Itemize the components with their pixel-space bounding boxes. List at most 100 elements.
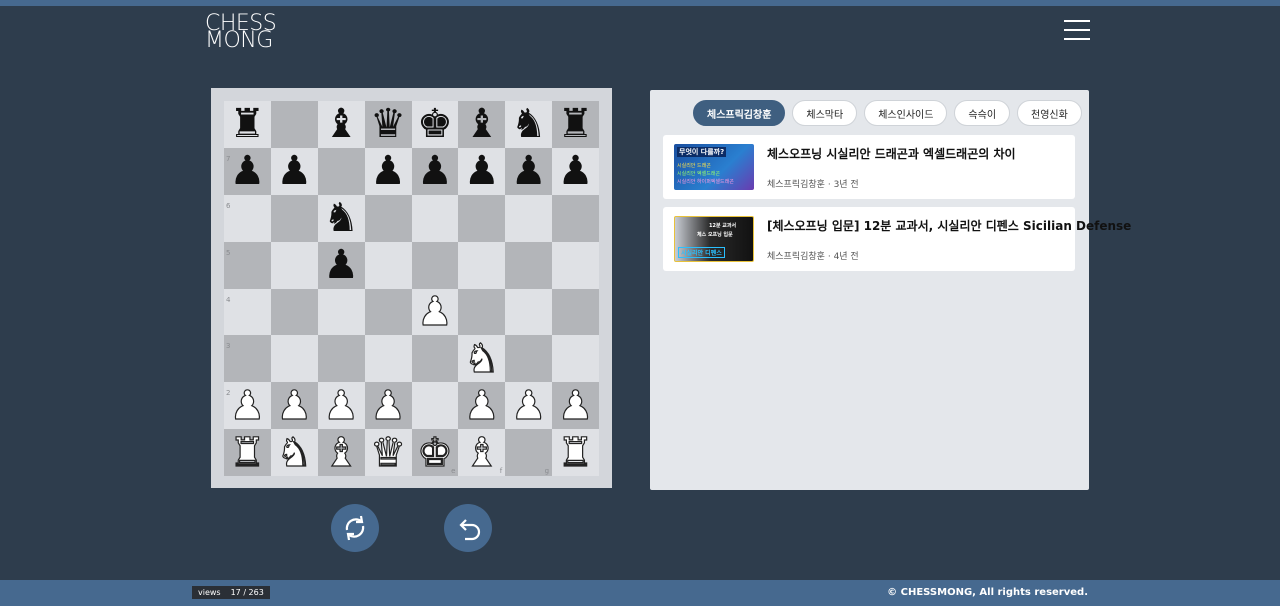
board-square-g4[interactable] [505, 288, 553, 336]
black-pawn-icon[interactable]: ♟ [558, 151, 594, 191]
board-square-c3[interactable] [317, 335, 365, 383]
white-pawn-icon[interactable]: ♟ [463, 385, 500, 426]
white-bishop-icon[interactable]: ♝ [323, 432, 360, 473]
board-square-f2[interactable]: ♟ [458, 382, 506, 430]
tab-cheonyeong[interactable]: 천영신화 [1017, 100, 1082, 126]
board-square-f1[interactable]: f ♝ [458, 429, 506, 476]
white-pawn-icon[interactable]: ♟ [323, 385, 360, 426]
board-square-d8[interactable]: ♛ [364, 101, 412, 148]
white-king-icon[interactable]: ♚ [416, 432, 453, 473]
white-pawn-icon[interactable]: ♟ [229, 385, 266, 426]
chessmong-logo[interactable]: CHESS MONG [205, 13, 295, 52]
board-square-a8[interactable]: ♜ [224, 101, 271, 148]
hamburger-menu-icon[interactable] [1064, 20, 1090, 42]
board-square-g2[interactable]: ♟ [505, 382, 553, 430]
board-square-b6[interactable] [270, 194, 318, 242]
board-square-b1[interactable]: ♞ [270, 429, 318, 476]
black-rook-icon[interactable]: ♜ [558, 104, 594, 144]
black-pawn-icon[interactable]: ♟ [370, 151, 406, 191]
board-square-g1[interactable]: g [505, 429, 553, 476]
board-square-a7[interactable]: 7 ♟ [224, 147, 271, 195]
board-square-f8[interactable]: ♝ [458, 101, 506, 148]
black-rook-icon[interactable]: ♜ [230, 104, 266, 144]
board-square-e4[interactable]: ♟ [411, 288, 459, 336]
tab-chessmakta[interactable]: 체스막타 [792, 100, 858, 126]
board-square-c5[interactable]: ♟ [317, 241, 365, 289]
undo-button[interactable] [444, 504, 492, 552]
board-square-c7[interactable] [317, 147, 365, 195]
board-square-h5[interactable] [552, 241, 599, 289]
white-pawn-icon[interactable]: ♟ [510, 385, 547, 426]
black-pawn-icon[interactable]: ♟ [511, 151, 547, 191]
video-title[interactable]: 체스오프닝 시실리안 드래곤과 엑셀드래곤의 차이 [767, 145, 1016, 162]
board-square-f5[interactable] [458, 241, 506, 289]
board-square-c4[interactable] [317, 288, 365, 336]
board-square-d5[interactable] [364, 241, 412, 289]
white-rook-icon[interactable]: ♜ [557, 432, 594, 473]
board-square-g5[interactable] [505, 241, 553, 289]
board-square-f6[interactable] [458, 194, 506, 242]
white-pawn-icon[interactable]: ♟ [557, 385, 594, 426]
black-pawn-icon[interactable]: ♟ [230, 151, 266, 191]
board-square-b3[interactable] [270, 335, 318, 383]
board-square-b2[interactable]: ♟ [270, 382, 318, 430]
board-square-c1[interactable]: ♝ [317, 429, 365, 476]
board-square-g7[interactable]: ♟ [505, 147, 553, 195]
board-square-e7[interactable]: ♟ [411, 147, 459, 195]
black-knight-icon[interactable]: ♞ [511, 104, 547, 144]
board-square-d1[interactable]: ♛ [364, 429, 412, 476]
board-square-a2[interactable]: 2 ♟ [224, 382, 271, 430]
board-square-h7[interactable]: ♟ [552, 147, 599, 195]
white-queen-icon[interactable]: ♛ [370, 432, 407, 473]
board-square-a4[interactable]: 4 [224, 288, 271, 336]
white-pawn-icon[interactable]: ♟ [276, 385, 313, 426]
black-pawn-icon[interactable]: ♟ [276, 151, 312, 191]
board-square-b7[interactable]: ♟ [270, 147, 318, 195]
board-square-f4[interactable] [458, 288, 506, 336]
board-square-g8[interactable]: ♞ [505, 101, 553, 148]
board-square-h8[interactable]: ♜ [552, 101, 599, 148]
white-rook-icon[interactable]: ♜ [229, 432, 266, 473]
board-square-d3[interactable] [364, 335, 412, 383]
tab-chessinside[interactable]: 체스인사이드 [864, 100, 948, 126]
board-square-h3[interactable] [552, 335, 599, 383]
flip-board-button[interactable] [331, 504, 379, 552]
board-square-h4[interactable] [552, 288, 599, 336]
board-square-e1[interactable]: e ♚ [411, 429, 459, 476]
white-knight-icon[interactable]: ♞ [276, 432, 313, 473]
video-card[interactable]: 무엇이 다를까? 시실리안 드래곤 시실리안 엑셀드래곤 시실리안 하이퍼엑셀드… [663, 135, 1075, 199]
board-square-g3[interactable] [505, 335, 553, 383]
board-square-e5[interactable] [411, 241, 459, 289]
board-square-h6[interactable] [552, 194, 599, 242]
board-square-f7[interactable]: ♟ [458, 147, 506, 195]
board-square-g6[interactable] [505, 194, 553, 242]
black-pawn-icon[interactable]: ♟ [323, 245, 359, 285]
board-square-d2[interactable]: ♟ [364, 382, 412, 430]
black-bishop-icon[interactable]: ♝ [464, 104, 500, 144]
video-card[interactable]: 12분 교과서 체스 오프닝 입문 시실리안 디펜스 [체스오프닝 입문] 12… [663, 207, 1131, 271]
board-square-a3[interactable]: 3 [224, 335, 271, 383]
black-knight-icon[interactable]: ♞ [323, 198, 359, 238]
board-square-h2[interactable]: ♟ [552, 382, 599, 430]
black-king-icon[interactable]: ♚ [417, 104, 453, 144]
board-square-d7[interactable]: ♟ [364, 147, 412, 195]
board-square-h1[interactable]: ♜ [552, 429, 599, 476]
board-square-c8[interactable]: ♝ [317, 101, 365, 148]
board-square-a5[interactable]: 5 [224, 241, 271, 289]
board-square-e3[interactable] [411, 335, 459, 383]
black-pawn-icon[interactable]: ♟ [417, 151, 453, 191]
board-square-e2[interactable] [411, 382, 459, 430]
black-pawn-icon[interactable]: ♟ [464, 151, 500, 191]
board-square-b4[interactable] [270, 288, 318, 336]
white-bishop-icon[interactable]: ♝ [463, 432, 500, 473]
board-square-d6[interactable] [364, 194, 412, 242]
chess-board[interactable]: ♜ ♝ ♛ ♚ ♝ ♞ ♜ 7 ♟ ♟ ♟ ♟ ♟ ♟ ♟ 6 ♞ 5 ♟ 4 ♟ 3 ♞ 2 ♟ ♟ ♟ ♟ ♟ ♟ ♟ ♜ ♞ ♝ ♛ e ♚ f ♝ g… [224, 101, 599, 476]
white-pawn-icon[interactable]: ♟ [416, 291, 453, 332]
white-knight-icon[interactable]: ♞ [463, 338, 500, 379]
board-square-c6[interactable]: ♞ [317, 194, 365, 242]
white-pawn-icon[interactable]: ♟ [370, 385, 407, 426]
board-square-b5[interactable] [270, 241, 318, 289]
tab-seukseuki[interactable]: 슥슥이 [954, 100, 1011, 126]
board-square-a1[interactable]: ♜ [224, 429, 271, 476]
black-bishop-icon[interactable]: ♝ [323, 104, 359, 144]
